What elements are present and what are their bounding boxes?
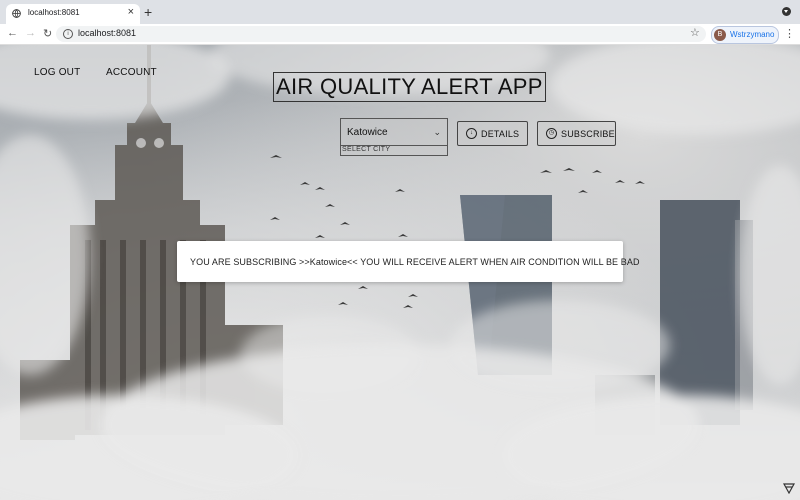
- subscribe-button-label: SUBSCRIBE: [561, 129, 615, 139]
- browser-tab-bar: localhost:8081 × +: [0, 0, 800, 24]
- city-select-label: SELECT CITY: [342, 146, 391, 153]
- page-viewport: LOG OUT ACCOUNT AIR QUALITY ALERT APP Ka…: [0, 45, 800, 500]
- tab-close-icon[interactable]: ×: [128, 6, 134, 18]
- download-circle-icon: ↓: [466, 128, 477, 139]
- forward-arrow-icon[interactable]: →: [25, 27, 36, 39]
- alert-message: YOU ARE SUBSCRIBING >>Katowice<< YOU WIL…: [190, 257, 640, 267]
- tab-search-icon[interactable]: [782, 7, 791, 16]
- reload-icon[interactable]: ↻: [43, 27, 52, 40]
- subscription-alert: YOU ARE SUBSCRIBING >>Katowice<< YOU WIL…: [177, 241, 639, 282]
- page-title: AIR QUALITY ALERT APP: [273, 72, 546, 102]
- details-button-label: DETAILS: [481, 129, 520, 139]
- new-tab-button[interactable]: +: [144, 4, 152, 20]
- address-url[interactable]: localhost:8081: [78, 28, 136, 38]
- browser-menu-icon[interactable]: ⋮: [784, 27, 795, 40]
- profile-button[interactable]: B Wstrzymano: [711, 26, 779, 44]
- globe-icon: [12, 9, 21, 18]
- avatar: B: [714, 29, 726, 41]
- back-arrow-icon[interactable]: ←: [7, 27, 18, 39]
- subscribe-button[interactable]: ◷ SUBSCRIBE: [537, 121, 616, 146]
- chevron-down-icon[interactable]: ⌄: [433, 127, 441, 138]
- alarm-clock-icon: ◷: [546, 128, 557, 139]
- account-link[interactable]: ACCOUNT: [106, 67, 157, 78]
- logout-link[interactable]: LOG OUT: [34, 67, 80, 78]
- city-select[interactable]: Katowice ⌄ SELECT CITY: [340, 118, 448, 156]
- profile-name: Wstrzymano: [730, 30, 775, 39]
- browser-tab[interactable]: localhost:8081 ×: [6, 4, 140, 24]
- details-button[interactable]: ↓ DETAILS: [457, 121, 528, 146]
- browser-toolbar: ← → ↻ i localhost:8081 ☆ B Wstrzymano ⋮: [0, 24, 800, 45]
- address-bar[interactable]: i localhost:8081: [56, 26, 706, 42]
- tab-title: localhost:8081: [28, 8, 80, 17]
- info-icon[interactable]: i: [63, 29, 73, 39]
- bookmark-star-icon[interactable]: ☆: [690, 26, 700, 39]
- city-select-value[interactable]: Katowice: [347, 127, 388, 138]
- extension-corner-icon[interactable]: [783, 482, 795, 494]
